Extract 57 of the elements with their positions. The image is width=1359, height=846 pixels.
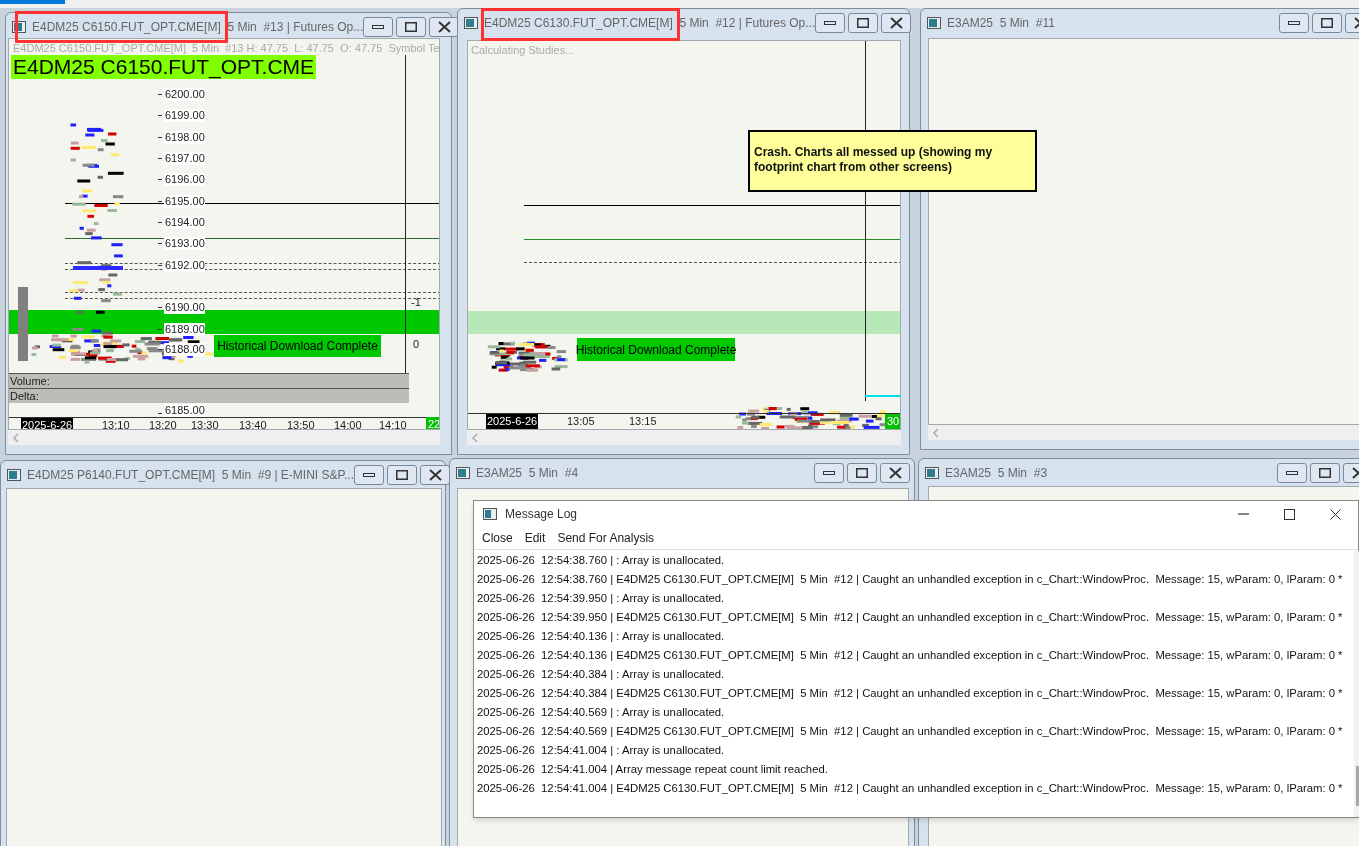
axis-label: 0: [413, 337, 420, 352]
status-banner: Historical Download Complete: [214, 335, 381, 357]
window-title: E4DM25 P6140.FUT_OPT.CME[M] 5 Min #9 | E-MINI S&P...: [27, 467, 354, 484]
price-label: 6197.00: [164, 152, 205, 165]
chart-info-line: Calculating Studies...: [471, 43, 575, 58]
time-label: 13:05: [567, 414, 595, 429]
log-line: 2025-06-26 12:54:40.136 | E4DM25 C6130.FUT_OPT.CME[M] 5 Min #12 | Caught an unhandled exception in c_Chart::WindowProc. Message: 15, wParam: 0, lParam: 0 *: [477, 648, 1343, 663]
chart-info-line: E4DM25 C6150.FUT_OPT.CME[M] 5 Min #13 H: 47.75 L: 47.75 O: 47.75 Symbol Te: [13, 41, 439, 56]
price-label: 6189.00: [164, 323, 205, 336]
study-panel-label: Delta:: [9, 388, 409, 403]
annotation-note: Crash. Charts all messed up (showing my footprint chart from other screens): [748, 130, 1037, 192]
menu-item[interactable]: Edit: [520, 529, 550, 547]
log-line: 2025-06-26 12:54:38.760 | E4DM25 C6130.FUT_OPT.CME[M] 5 Min #12 | Caught an unhandled exception in c_Chart::WindowProc. Message: 15, wParam: 0, lParam: 0 *: [477, 572, 1343, 587]
value-badge: 30: [885, 414, 900, 429]
value-badge: 22: [426, 417, 439, 429]
log-line: 2025-06-26 12:54:40.384 | : Array is unallocated.: [477, 667, 725, 682]
symbol-label: E4DM25 C6150.FUT_OPT.CME: [11, 55, 317, 79]
price-label: 6185.00: [164, 404, 205, 417]
price-label: 6199.00: [164, 109, 205, 122]
time-label: 13:15: [629, 414, 657, 429]
log-line: 2025-06-26 12:54:39.950 | E4DM25 C6130.FUT_OPT.CME[M] 5 Min #12 | Caught an unhandled exception in c_Chart::WindowProc. Message: 15, wParam: 0, lParam: 0 *: [477, 610, 1343, 625]
axis-label: -1: [411, 295, 421, 310]
study-panel-label: Volume:: [9, 373, 409, 388]
price-label: 6200.00: [164, 88, 205, 101]
log-line: 2025-06-26 12:54:40.136 | : Array is unallocated.: [477, 629, 725, 644]
time-label: 14:00: [334, 418, 362, 429]
price-label: 6188.00: [164, 343, 205, 356]
price-label: 6194.00: [164, 216, 205, 229]
date-label: 2025-6-26: [486, 414, 539, 429]
price-label: 6192.00: [164, 259, 205, 272]
window-title: E3AM25 5 Min #11: [947, 15, 1055, 32]
time-label: 13:40: [239, 418, 267, 429]
log-line: 2025-06-26 12:54:41.004 | : Array is unallocated.: [477, 743, 725, 758]
window-title: E3AM25 5 Min #4: [476, 465, 579, 482]
log-line: 2025-06-26 12:54:41.004 | Array message repeat count limit reached.: [477, 762, 828, 777]
menu-item[interactable]: Close: [478, 529, 517, 547]
log-line: 2025-06-26 12:54:38.760 | : Array is unallocated.: [477, 553, 725, 568]
log-line: 2025-06-26 12:54:40.569 | : Array is unallocated.: [477, 705, 725, 720]
log-line: 2025-06-26 12:54:39.950 | : Array is unallocated.: [477, 591, 725, 606]
time-label: 13:20: [149, 418, 177, 429]
window-title: Message Log: [505, 506, 578, 523]
time-label: 14:10: [379, 418, 407, 429]
log-line: 2025-06-26 12:54:41.004 | E4DM25 C6130.FUT_OPT.CME[M] 5 Min #12 | Caught an unhandled exception in c_Chart::WindowProc. Message: 15, wParam: 0, lParam: 0 *: [477, 781, 1343, 796]
window-title: E4DM25 C6150.FUT_OPT.CME[M] 5 Min #13 | Futures Op...: [32, 19, 364, 36]
price-label: 6193.00: [164, 237, 205, 250]
time-label: 13:30: [191, 418, 219, 429]
window-title: E3AM25 5 Min #3: [945, 465, 1048, 482]
window-title: E4DM25 C6130.FUT_OPT.CME[M] 5 Min #12 | Futures Op...: [484, 15, 816, 32]
log-line: 2025-06-26 12:54:40.384 | E4DM25 C6130.FUT_OPT.CME[M] 5 Min #12 | Caught an unhandled exception in c_Chart::WindowProc. Message: 15, wParam: 0, lParam: 0 *: [477, 686, 1343, 701]
time-label: 13:10: [102, 418, 130, 429]
price-label: 6198.00: [164, 131, 205, 144]
log-line: 2025-06-26 12:54:40.569 | E4DM25 C6130.FUT_OPT.CME[M] 5 Min #12 | Caught an unhandled exception in c_Chart::WindowProc. Message: 15, wParam: 0, lParam: 0 *: [477, 724, 1343, 739]
price-label: 6196.00: [164, 173, 205, 186]
menu-item[interactable]: Send For Analysis: [553, 529, 659, 547]
price-label: 6195.00: [164, 195, 205, 208]
price-label: 6190.00: [164, 301, 205, 314]
time-label: 13:50: [287, 418, 315, 429]
